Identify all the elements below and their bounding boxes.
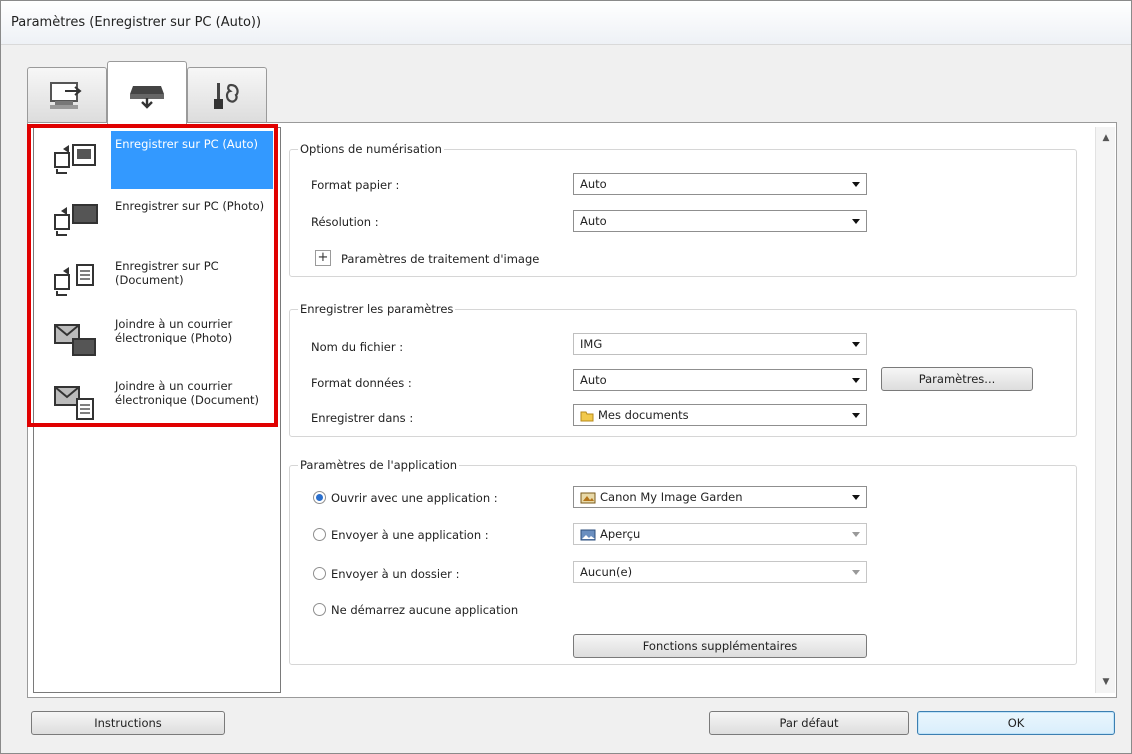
no-app-label[interactable]: Ne démarrez aucune application [331, 603, 518, 617]
save-document-icon [54, 264, 94, 296]
open-with-app-radio[interactable] [313, 491, 326, 504]
send-to-app-radio[interactable] [313, 528, 326, 541]
send-to-app-select[interactable]: Aperçu [573, 523, 867, 545]
tab-scan-from-operation-panel[interactable] [107, 61, 187, 124]
tab-scan-from-computer[interactable] [27, 67, 107, 123]
title-bar[interactable]: Paramètres (Enregistrer sur PC (Auto)) [1, 1, 1131, 45]
scroll-down-icon[interactable]: ▼ [1101, 677, 1111, 687]
defaults-button[interactable]: Par défaut [709, 711, 909, 735]
select-value: Aperçu [600, 527, 641, 541]
select-value: Auto [580, 214, 607, 228]
scroll-up-icon[interactable]: ▲ [1101, 133, 1111, 143]
send-to-folder-select[interactable]: Aucun(e) [573, 561, 867, 583]
chevron-down-icon [852, 378, 860, 383]
resolution-label: Résolution : [311, 215, 379, 229]
select-value: Canon My Image Garden [600, 490, 743, 504]
sidebar-item-save-document[interactable]: Enregistrer sur PC (Document) [31, 251, 273, 311]
preview-icon [580, 529, 596, 540]
tab-general-settings[interactable] [187, 67, 267, 123]
save-photo-icon [54, 204, 98, 236]
open-with-app-label[interactable]: Ouvrir avec une application : [331, 491, 498, 505]
sidebar-item-label: Enregistrer sur PC (Photo) [115, 199, 265, 213]
group-title: Enregistrer les paramètres [298, 302, 456, 316]
paper-size-select[interactable]: Auto [573, 173, 867, 195]
data-format-settings-button[interactable]: Paramètres... [881, 367, 1033, 391]
ok-button[interactable]: OK [917, 711, 1115, 735]
save-in-label: Enregistrer dans : [311, 411, 414, 425]
instructions-button[interactable]: Instructions [31, 711, 225, 735]
select-value: Aucun(e) [580, 565, 633, 579]
chevron-down-icon [852, 532, 860, 537]
window-title: Paramètres (Enregistrer sur PC (Auto)) [11, 15, 262, 30]
filename-label: Nom du fichier : [311, 340, 404, 354]
email-document-icon [54, 386, 94, 420]
image-garden-icon [580, 492, 596, 503]
extra-functions-button[interactable]: Fonctions supplémentaires [573, 634, 867, 658]
chevron-down-icon [852, 219, 860, 224]
folder-icon [580, 411, 594, 421]
select-value: IMG [580, 337, 603, 351]
open-with-app-select[interactable]: Canon My Image Garden [573, 486, 867, 508]
sidebar-item-save-auto[interactable]: Enregistrer sur PC (Auto) [31, 129, 273, 189]
save-auto-icon [54, 144, 96, 174]
paper-size-label: Format papier : [311, 178, 400, 192]
resolution-select[interactable]: Auto [573, 210, 867, 232]
chevron-down-icon [852, 342, 860, 347]
sidebar-item-label: Enregistrer sur PC (Document) [115, 259, 219, 287]
vertical-scrollbar[interactable]: ▲ ▼ [1095, 127, 1115, 693]
filename-combobox[interactable]: IMG [573, 333, 867, 355]
chevron-down-icon [852, 182, 860, 187]
save-in-select[interactable]: Mes documents [573, 404, 867, 426]
data-format-label: Format données : [311, 376, 412, 390]
expand-plus-icon[interactable]: + [315, 250, 331, 266]
send-to-folder-radio[interactable] [313, 567, 326, 580]
monitor-scan-icon [50, 81, 82, 109]
chevron-down-icon [852, 495, 860, 500]
chevron-down-icon [852, 413, 860, 418]
select-value: Auto [580, 177, 607, 191]
group-title: Paramètres de l'application [298, 458, 460, 472]
tools-icon [214, 82, 239, 109]
sidebar-item-save-photo[interactable]: Enregistrer sur PC (Photo) [31, 191, 273, 251]
chevron-down-icon [852, 570, 860, 575]
sidebar-item-email-photo[interactable]: Joindre à un courrier électronique (Phot… [31, 309, 273, 369]
select-value: Mes documents [598, 408, 689, 422]
send-to-folder-label[interactable]: Envoyer à un dossier : [331, 567, 459, 581]
sidebar-item-label: Enregistrer sur PC (Auto) [111, 131, 273, 189]
group-title: Options de numérisation [298, 142, 444, 156]
image-processing-label[interactable]: Paramètres de traitement d'image [341, 252, 539, 266]
send-to-app-label[interactable]: Envoyer à une application : [331, 528, 489, 542]
sidebar-item-label: Joindre à un courrier électronique (Phot… [115, 317, 233, 345]
sidebar-item-email-document[interactable]: Joindre à un courrier électronique (Docu… [31, 371, 273, 431]
scanner-save-icon [130, 86, 164, 109]
data-format-select[interactable]: Auto [573, 369, 867, 391]
select-value: Auto [580, 373, 607, 387]
email-photo-icon [54, 324, 96, 356]
sidebar-item-label: Joindre à un courrier électronique (Docu… [115, 379, 260, 407]
settings-dialog: Paramètres (Enregistrer sur PC (Auto)) E… [0, 0, 1132, 754]
tab-bar [27, 61, 1117, 124]
no-app-radio[interactable] [313, 603, 326, 616]
